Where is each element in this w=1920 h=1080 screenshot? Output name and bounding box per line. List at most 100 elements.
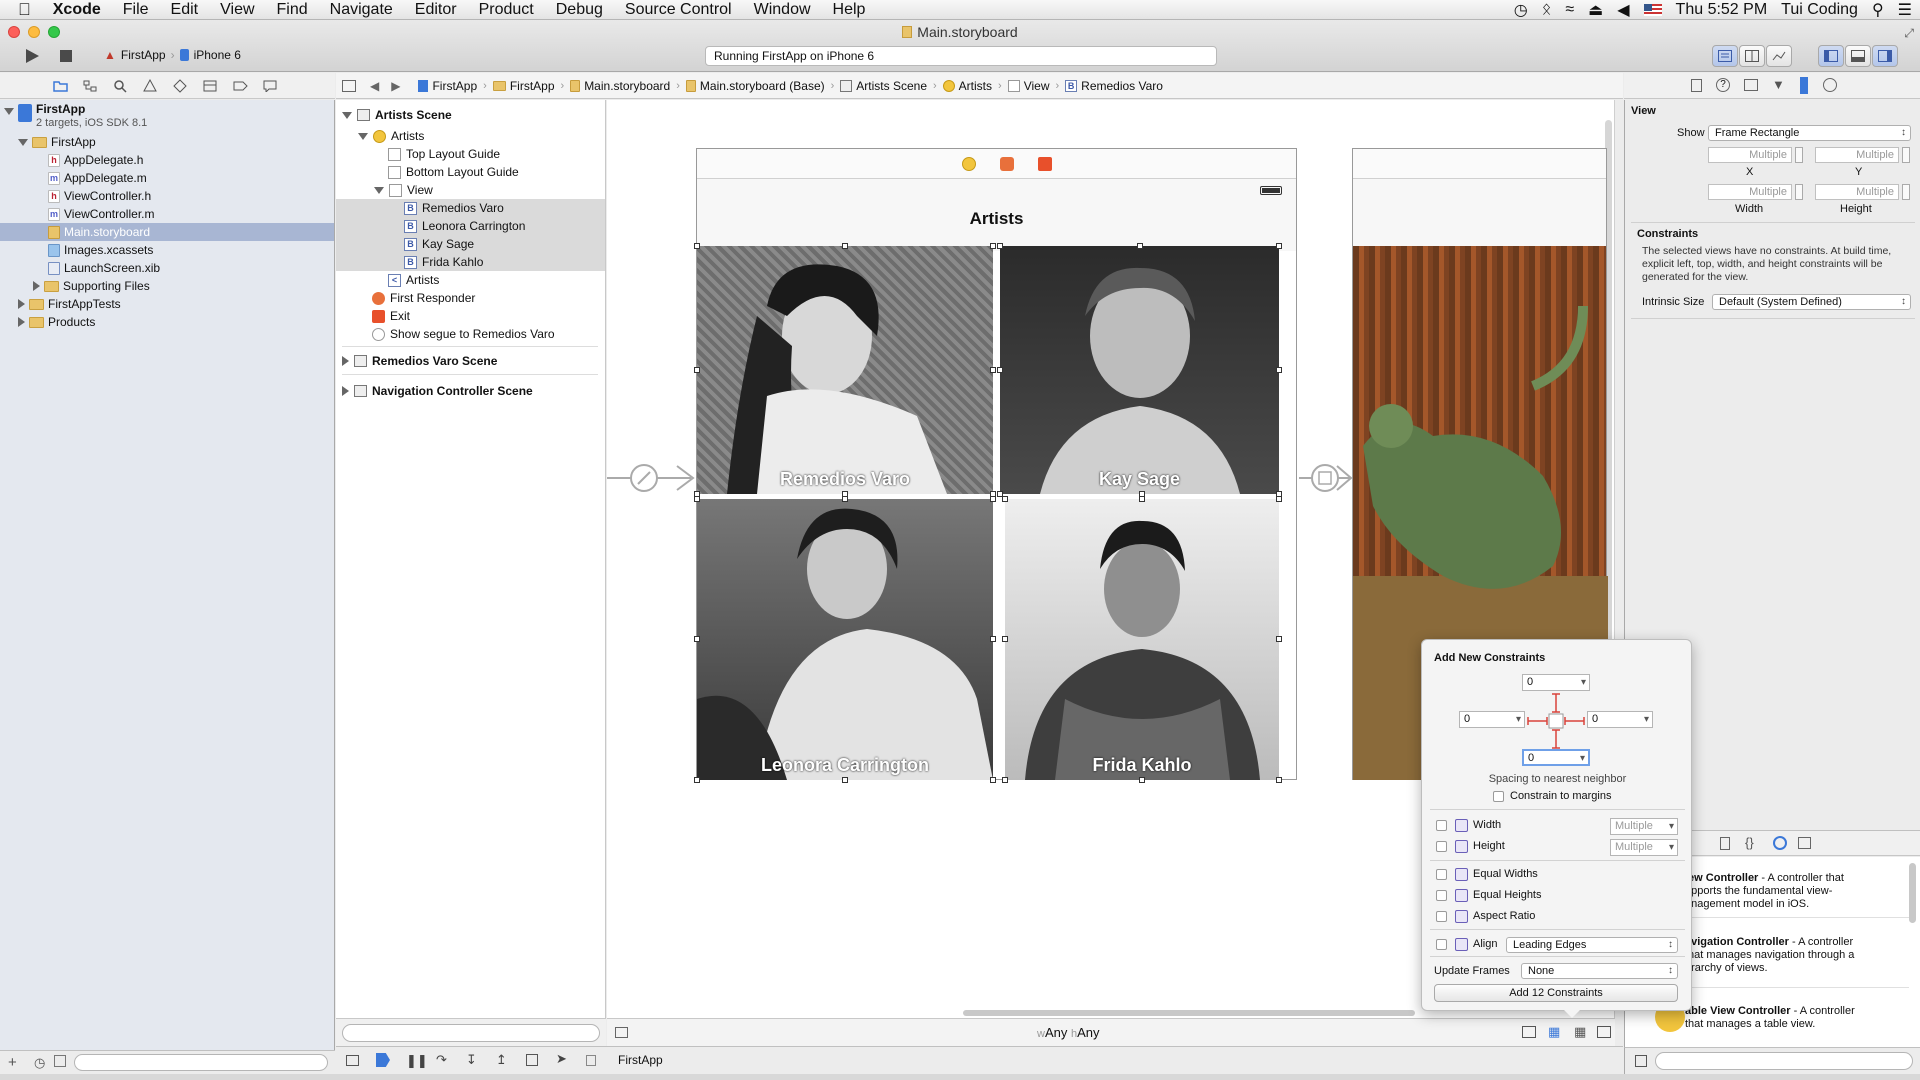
eject-icon[interactable]: ⏏ — [1588, 0, 1603, 20]
stop-button[interactable] — [54, 45, 78, 67]
group-supporting-files[interactable]: Supporting Files — [33, 277, 150, 295]
align-checkbox[interactable] — [1436, 939, 1447, 950]
resize-handle[interactable] — [997, 243, 1003, 249]
breakpoints-toggle-icon[interactable] — [376, 1053, 390, 1067]
file-row[interactable]: m ViewController.m — [48, 205, 154, 223]
x-field[interactable]: Multiple — [1708, 147, 1792, 163]
object-library-icon[interactable] — [1773, 836, 1787, 850]
y-field[interactable]: Multiple — [1815, 147, 1899, 163]
file-row[interactable]: h ViewController.h — [48, 187, 151, 205]
flag-icon[interactable] — [1643, 4, 1662, 16]
resize-handle[interactable] — [1139, 777, 1145, 783]
outline-image-view[interactable]: B Leonora Carrington — [336, 217, 605, 235]
image-view-remedios-varo[interactable]: Remedios Varo — [697, 246, 993, 494]
resize-handle[interactable] — [1002, 496, 1008, 502]
step-over-icon[interactable]: ↷ — [436, 1052, 447, 1068]
outline-view[interactable]: View — [374, 181, 433, 199]
exit-icon[interactable] — [1038, 157, 1052, 171]
disclosure-open-icon[interactable] — [342, 111, 352, 119]
menu-navigate[interactable]: Navigate — [319, 0, 404, 20]
library-item-table-view-controller[interactable]: able View Controller - A controller that … — [1685, 1005, 1905, 1031]
user-name[interactable]: Tui Coding — [1781, 1, 1858, 19]
breadcrumb-file[interactable]: Main.storyboard — [564, 79, 676, 93]
assistant-editor-button[interactable] — [1739, 45, 1765, 67]
test-navigator-icon[interactable] — [172, 78, 188, 93]
add-constraints-button[interactable]: Add 12 Constraints — [1434, 984, 1678, 1002]
outline-top-layout-guide[interactable]: Top Layout Guide — [388, 145, 500, 163]
breadcrumb-view-controller[interactable]: Artists — [937, 79, 998, 93]
top-spacing-field[interactable]: 0 — [1522, 674, 1590, 691]
menu-edit[interactable]: Edit — [160, 0, 210, 20]
resizing-icon[interactable] — [1597, 1026, 1611, 1038]
group-products[interactable]: Products — [18, 313, 95, 331]
resize-handle[interactable] — [990, 243, 996, 249]
y-stepper[interactable] — [1902, 147, 1910, 163]
attributes-inspector-icon[interactable]: ▼ — [1772, 77, 1785, 92]
breadcrumb-scene[interactable]: Artists Scene — [834, 79, 933, 93]
disclosure-closed-icon[interactable] — [18, 317, 25, 327]
issue-navigator-icon[interactable] — [142, 79, 158, 93]
navigator-filter-field[interactable] — [74, 1054, 328, 1071]
artists-scene[interactable]: Artists Remedios Varo Kay Sage Leonora C… — [694, 148, 1297, 783]
file-row[interactable]: m AppDelegate.m — [48, 169, 147, 187]
go-back-icon[interactable]: ◀ — [370, 79, 379, 93]
toggle-utilities-button[interactable] — [1872, 45, 1898, 67]
resize-handle[interactable] — [990, 496, 996, 502]
height-field[interactable]: Multiple — [1815, 184, 1899, 200]
notification-icon[interactable]: ☰ — [1898, 0, 1912, 20]
file-row[interactable]: Images.xcassets — [48, 241, 153, 259]
disclosure-open-icon[interactable] — [4, 108, 14, 115]
width-stepper[interactable] — [1795, 184, 1803, 200]
align-popup[interactable]: Leading Edges — [1506, 937, 1678, 953]
library-filter-field[interactable] — [1655, 1052, 1913, 1070]
project-navigator-icon[interactable] — [52, 79, 68, 93]
outline-exit[interactable]: Exit — [372, 307, 410, 325]
resize-handle[interactable] — [694, 777, 700, 783]
wifi-icon[interactable]: ≈ — [1565, 1, 1574, 19]
view-debugger-icon[interactable] — [526, 1054, 538, 1066]
disclosure-open-icon[interactable] — [374, 186, 384, 194]
grid-view-icon[interactable] — [1635, 1055, 1647, 1067]
apple-menu-icon[interactable]:  — [0, 0, 42, 20]
toggle-outline-icon[interactable] — [615, 1027, 628, 1038]
resize-handle[interactable] — [1002, 777, 1008, 783]
menu-window[interactable]: Window — [743, 0, 822, 20]
resize-handle[interactable] — [990, 636, 996, 642]
disclosure-closed-icon[interactable] — [342, 356, 349, 366]
trailing-spacing-field[interactable]: 0 — [1587, 711, 1653, 728]
spotlight-icon[interactable]: ⚲ — [1872, 0, 1884, 20]
resize-handle[interactable] — [1276, 777, 1282, 783]
menu-xcode[interactable]: Xcode — [42, 0, 112, 20]
outline-scene-remedios-varo[interactable]: Remedios Varo Scene — [342, 352, 497, 370]
scheme-selector[interactable]: ▲ FirstApp › iPhone 6 — [104, 48, 241, 62]
resize-handle[interactable] — [842, 243, 848, 249]
update-frames-popup[interactable]: None — [1521, 963, 1678, 979]
width-value-field[interactable]: Multiple — [1610, 818, 1678, 835]
resize-handle[interactable] — [694, 496, 700, 502]
disclosure-closed-icon[interactable] — [18, 299, 25, 309]
view-controller-icon[interactable] — [962, 157, 976, 171]
disclosure-open-icon[interactable] — [358, 132, 368, 140]
outline-image-view[interactable]: B Remedios Varo — [336, 199, 605, 217]
menu-help[interactable]: Help — [822, 0, 877, 20]
quick-help-icon[interactable]: ? — [1716, 78, 1730, 92]
disclosure-open-icon[interactable] — [18, 138, 28, 146]
connections-inspector-icon[interactable] — [1823, 78, 1837, 92]
outline-filter-field[interactable] — [342, 1024, 600, 1042]
leading-spacing-field[interactable]: 0 — [1459, 711, 1525, 728]
step-out-icon[interactable]: ↥ — [496, 1052, 507, 1068]
bluetooth-icon[interactable]: ᛟ — [1542, 1, 1552, 19]
disclosure-closed-icon[interactable] — [33, 281, 40, 291]
intrinsic-size-popup[interactable]: Default (System Defined) — [1712, 294, 1911, 310]
resize-handle[interactable] — [997, 367, 1003, 373]
library-scrollbar[interactable] — [1909, 863, 1916, 923]
relationship-segue-arrow[interactable] — [607, 458, 697, 498]
related-items-icon[interactable] — [342, 79, 356, 92]
group-firstapp[interactable]: FirstApp — [18, 133, 335, 151]
pin-icon[interactable]: ▦ — [1548, 1024, 1560, 1040]
outline-bottom-layout-guide[interactable]: Bottom Layout Guide — [388, 163, 519, 181]
filter-scope-icon[interactable] — [54, 1055, 66, 1067]
image-view-leonora-carrington[interactable]: Leonora Carrington — [697, 499, 993, 780]
add-icon[interactable]: + — [8, 1054, 17, 1071]
outline-image-view[interactable]: B Frida Kahlo — [336, 253, 605, 271]
